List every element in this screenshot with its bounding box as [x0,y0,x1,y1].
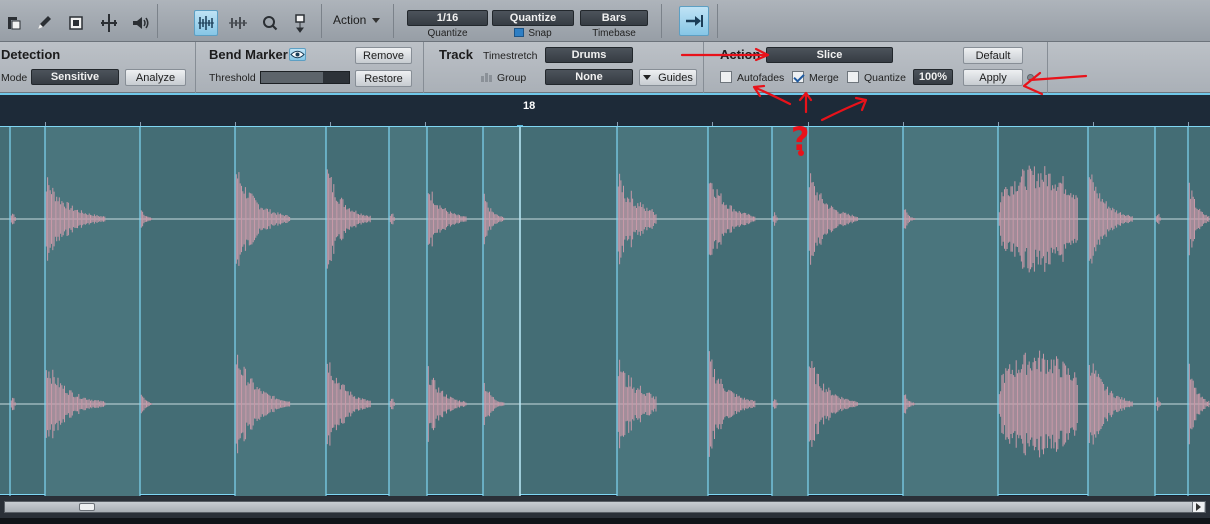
bend-range-icon[interactable] [226,10,250,36]
follow-group-separator [662,4,718,38]
group-label: Group [497,72,527,84]
restore-button[interactable]: Restore [355,70,412,87]
action-separator [322,4,394,38]
bend-marker-title: Bend Marker [209,47,288,62]
remove-button[interactable]: Remove [355,47,412,64]
autofades-label: Autofades [737,72,785,84]
apply-button[interactable]: Apply [963,69,1023,86]
quantize-label: Quantize [864,72,907,84]
group-dropdown[interactable]: None [545,69,633,85]
waveform-transient [807,361,858,447]
listen-tool-icon[interactable] [288,10,312,36]
action-section: Action Slice Default Autofades Merge Qua… [704,42,1048,93]
quantize-checkbox[interactable] [847,71,859,83]
zoom-tool-icon[interactable] [258,10,282,36]
pencil-icon[interactable] [32,10,56,36]
scrollbar-track[interactable] [4,501,1206,513]
track-section: Track Timestretch Drums Group None Guide… [424,42,704,93]
slice-region [772,127,808,496]
apply-status-led-icon [1027,74,1034,81]
threshold-slider-fill [261,72,323,83]
slice-region [45,127,140,496]
threshold-label: Threshold [209,72,256,84]
waveform-transient [325,169,371,269]
bend-tool-icon[interactable] [194,10,218,36]
merge-label: Merge [809,72,839,84]
guides-label: Guides [658,71,693,84]
action-title: Action [720,47,761,62]
timing-group-separator [394,4,662,38]
timestretch-label: Timestretch [483,50,538,62]
waveform-transient [807,173,858,265]
track-title: Track [439,47,473,62]
audio-bend-inspector: Detection Mode Sensitive Analyze Bend Ma… [0,42,1210,93]
timestretch-dropdown[interactable]: Drums [545,47,633,63]
slice-region [1088,127,1155,496]
eye-icon[interactable] [289,48,306,61]
mode-label: Mode [1,72,28,84]
bar-number-label: 18 [523,100,536,112]
scroll-right-arrow-icon[interactable] [1192,502,1204,512]
detection-title: Detection [1,47,61,62]
edit-tools-group [0,4,158,38]
bottom-border [0,518,1210,524]
slice-region [483,127,520,496]
action-dropdown[interactable]: Slice [766,47,893,63]
waveform-transient [325,356,371,452]
slice-region [235,127,326,496]
analyze-button[interactable]: Analyze [125,69,186,86]
quantize-strength-field[interactable]: 100% [913,69,953,85]
waveform-svg [0,127,1210,496]
threshold-slider[interactable] [260,71,350,84]
audio-bend-tools-group [190,4,322,38]
bend-marker-section: Bend Marker Remove Threshold Restore [196,42,424,93]
guides-caret-icon [643,75,652,80]
default-button[interactable]: Default [963,47,1023,64]
scrollbar-thumb[interactable] [79,503,95,511]
mode-dropdown[interactable]: Sensitive [31,69,119,85]
guides-button[interactable]: Guides [639,69,697,86]
group-icon [481,72,493,85]
autofades-checkbox[interactable] [720,71,732,83]
slice-region [389,127,427,496]
timeline-ruler[interactable]: 18 [0,93,1210,131]
eraser-icon[interactable] [64,10,88,36]
arrange-tool-icon[interactable] [2,10,26,36]
slice-region [617,127,708,496]
detection-section: Detection Mode Sensitive Analyze [0,42,196,93]
split-tool-icon[interactable] [97,10,121,36]
audio-waveform-area[interactable] [0,126,1210,496]
merge-checkbox[interactable] [792,71,804,83]
speaker-icon[interactable] [128,10,152,36]
slice-region [903,127,998,496]
main-toolbar: Action 1/16 Quantize Quantize Snap Bars … [0,0,1210,42]
